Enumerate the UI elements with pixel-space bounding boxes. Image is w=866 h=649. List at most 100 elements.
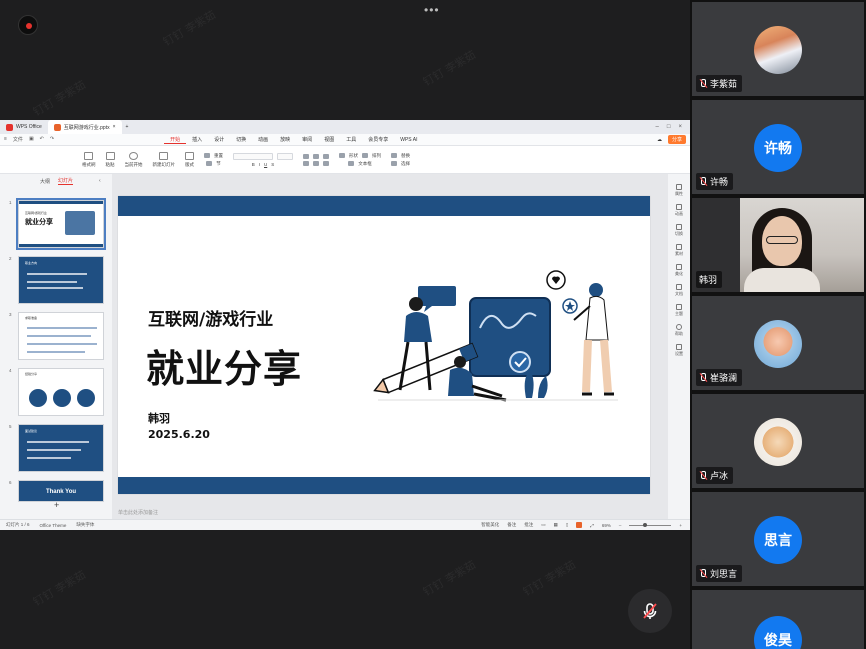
align-center-icon[interactable] — [313, 160, 319, 166]
menu-home[interactable]: 开始 — [164, 136, 187, 144]
notes-toggle[interactable]: 备注 — [507, 522, 516, 528]
font-size-field[interactable] — [277, 152, 293, 160]
textbox-button[interactable]: 文本框 — [358, 161, 372, 167]
zoom-in-icon[interactable]: + — [679, 523, 682, 528]
select-button[interactable]: 选择 — [401, 161, 410, 167]
side-tool-docs[interactable]: 文档 — [675, 284, 683, 297]
new-slide-button[interactable]: 新建幻灯片 — [153, 151, 175, 168]
redo-icon[interactable]: ↷ — [50, 136, 54, 143]
zoom-level[interactable]: 69% — [602, 523, 611, 528]
missing-font-indicator[interactable]: 缺失字体 — [76, 522, 94, 528]
thumbnail-slide-1[interactable]: 互联网/游戏行业 就业分享 — [16, 198, 106, 250]
paste-button[interactable]: 粘贴 — [105, 151, 115, 168]
layout-button[interactable]: 版式 — [185, 151, 194, 168]
comments-toggle[interactable]: 批注 — [524, 522, 533, 528]
arrange-button[interactable]: 排列 — [372, 153, 381, 159]
collapse-pane-icon[interactable]: ‹ — [99, 178, 101, 184]
zoom-out-icon[interactable]: – — [619, 523, 622, 528]
tab-pptx-file[interactable]: 互联网游戏行业.pptx × — [47, 120, 122, 134]
italic-icon[interactable]: I — [259, 162, 260, 167]
font-family-field[interactable] — [233, 152, 273, 160]
participant-tile-active-speaker[interactable]: 韩羽 — [692, 198, 864, 292]
side-tool-theme[interactable]: 主题 — [675, 304, 683, 317]
minimize-icon[interactable]: – — [656, 124, 659, 130]
thumbnail-number: 3 — [9, 312, 12, 317]
strike-icon[interactable]: S — [271, 162, 274, 167]
format-painter-button[interactable]: 格式刷 — [82, 151, 96, 168]
menu-icon[interactable]: ≡ — [4, 136, 7, 143]
properties-icon — [676, 184, 682, 190]
thumbnail-slide-3[interactable]: 求职准备 — [18, 312, 104, 360]
side-tool-assets[interactable]: 素材 — [675, 244, 683, 257]
zoom-slider[interactable] — [629, 522, 672, 527]
close-icon[interactable]: × — [113, 124, 116, 130]
menu-transition[interactable]: 切换 — [230, 136, 252, 143]
fit-window-icon[interactable]: ⤢ — [590, 523, 594, 528]
save-icon[interactable]: ▣ — [29, 136, 34, 143]
notes-placeholder[interactable]: 单击此处添加备注 — [118, 509, 158, 516]
menu-wps-ai[interactable]: WPS AI — [394, 137, 423, 143]
undo-icon[interactable]: ↶ — [40, 136, 44, 143]
side-tool-animation[interactable]: 动画 — [675, 204, 683, 217]
participant-tile[interactable]: 卢冰 — [692, 394, 864, 488]
participant-tile[interactable]: 李紫茹 — [692, 2, 864, 96]
replace-button[interactable]: 替换 — [401, 153, 410, 159]
menu-insert[interactable]: 插入 — [186, 136, 208, 143]
mute-microphone-button[interactable] — [628, 589, 672, 633]
menu-member[interactable]: 会员专享 — [362, 136, 394, 143]
record-indicator-icon[interactable] — [18, 15, 38, 35]
slide-sorter-icon[interactable]: ▦ — [553, 522, 557, 528]
more-options-icon[interactable]: ••• — [424, 3, 440, 17]
thumbnail-slide-2[interactable]: 职业方向 — [18, 256, 104, 304]
participant-tile[interactable]: 思言 刘思言 — [692, 492, 864, 586]
menu-animation[interactable]: 动画 — [252, 136, 274, 143]
thumbnail-slide-5[interactable]: 面试建议 — [18, 424, 104, 472]
close-window-icon[interactable]: × — [678, 124, 682, 130]
tab-wps-home[interactable]: WPS Office — [0, 120, 48, 134]
section-button[interactable]: 节 — [216, 161, 221, 167]
start-from-current-button[interactable]: 当前开始 — [125, 151, 143, 168]
slide-1[interactable]: 互联网/游戏行业 就业分享 韩羽 2025.6.20 — [118, 196, 650, 494]
side-tool-properties[interactable]: 属性 — [675, 184, 683, 197]
numbering-icon[interactable] — [313, 153, 319, 159]
side-tool-settings[interactable]: 设置 — [675, 344, 683, 357]
thumb-title: 就业分享 — [25, 219, 53, 226]
new-tab-icon[interactable]: + — [122, 124, 133, 130]
slideshow-play-icon[interactable] — [576, 522, 583, 528]
participant-tile[interactable]: 许畅 许畅 — [692, 100, 864, 194]
participant-tile[interactable]: 俊昊 — [692, 590, 864, 649]
cloud-icon[interactable]: ☁ — [657, 137, 662, 143]
reset-button[interactable]: 重置 — [214, 153, 223, 159]
menu-tools[interactable]: 工具 — [340, 136, 362, 143]
side-tool-label: 动画 — [675, 211, 683, 216]
add-slide-icon[interactable]: + — [54, 500, 59, 510]
bullets-icon[interactable] — [303, 153, 309, 159]
participant-name-tag: 李紫茹 — [696, 75, 743, 92]
thumbnail-slide-6[interactable]: Thank You — [18, 480, 104, 502]
smart-beautify-button[interactable]: 智能美化 — [481, 522, 499, 528]
align-right-icon[interactable] — [323, 160, 329, 166]
participant-tile[interactable]: 崔骆澜 — [692, 296, 864, 390]
reading-view-icon[interactable]: ▯ — [566, 522, 568, 528]
menu-review[interactable]: 审阅 — [296, 136, 318, 143]
theme-name[interactable]: Office Theme — [40, 523, 67, 528]
file-menu[interactable]: 文件 — [13, 136, 23, 143]
side-tool-beautify[interactable]: 美化 — [675, 264, 683, 277]
maximize-icon[interactable]: □ — [667, 124, 671, 130]
menu-slideshow[interactable]: 放映 — [274, 136, 296, 143]
indent-icon[interactable] — [323, 153, 329, 159]
normal-view-icon[interactable]: ▭ — [541, 522, 545, 528]
bold-icon[interactable]: B — [252, 162, 255, 167]
side-tool-transition[interactable]: 切换 — [675, 224, 683, 237]
thumbnail-slide-4[interactable]: 经验分享 — [18, 368, 104, 416]
thumb-subtitle: 面试建议 — [25, 429, 38, 433]
side-tool-help[interactable]: 帮助 — [675, 324, 683, 337]
tab-slides[interactable]: 幻灯片 — [58, 177, 74, 185]
menu-design[interactable]: 设计 — [208, 136, 230, 143]
menu-view[interactable]: 视图 — [318, 136, 340, 143]
share-button[interactable]: 分享 — [667, 135, 686, 144]
align-left-icon[interactable] — [303, 160, 309, 166]
shape-button[interactable]: 形状 — [349, 153, 358, 159]
tab-outline[interactable]: 大纲 — [40, 178, 50, 185]
underline-icon[interactable]: U — [264, 162, 267, 167]
